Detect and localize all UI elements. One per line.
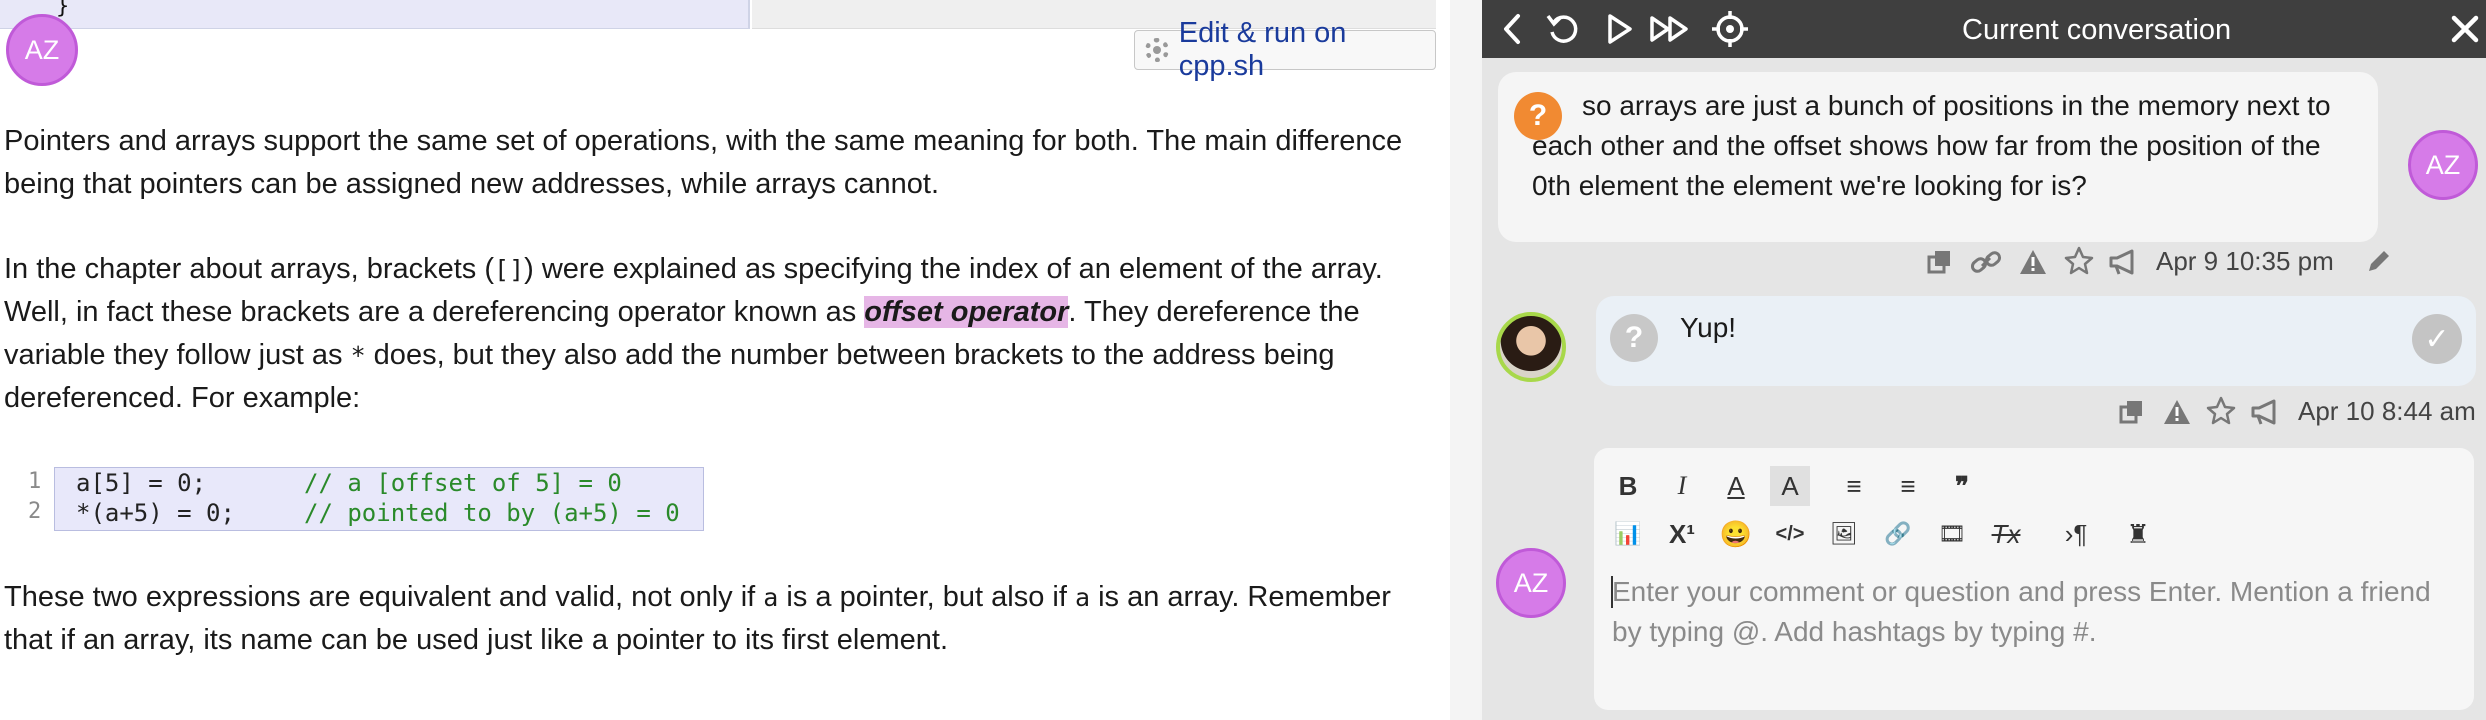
paragraph-intro: Pointers and arrays support the same set… bbox=[4, 120, 1424, 206]
megaphone-icon[interactable] bbox=[2250, 398, 2280, 426]
superscript-icon[interactable]: X¹ bbox=[1662, 514, 1702, 554]
avatar-initials: AZ bbox=[2425, 149, 2461, 180]
text-color-icon[interactable]: A bbox=[1716, 466, 1756, 506]
fast-forward-icon[interactable] bbox=[1648, 10, 1692, 48]
user-avatar[interactable]: AZ bbox=[6, 14, 78, 86]
star-icon[interactable] bbox=[2206, 396, 2236, 426]
brackets-code: [] bbox=[494, 255, 525, 284]
avatar-initials: AZ bbox=[1513, 567, 1549, 598]
panel-header: Current conversation bbox=[1482, 0, 2486, 58]
code-line: *(a+5) = 0; bbox=[76, 499, 235, 527]
close-icon[interactable] bbox=[2448, 12, 2482, 46]
composer-avatar: AZ bbox=[1496, 548, 1566, 618]
panel-title: Current conversation bbox=[1962, 14, 2232, 46]
megaphone-icon[interactable] bbox=[2108, 248, 2138, 276]
link-icon[interactable]: 🔗 bbox=[1878, 514, 1918, 554]
target-icon[interactable] bbox=[1710, 9, 1750, 49]
comment-input[interactable]: Enter your comment or question and press… bbox=[1612, 572, 2452, 652]
background-color-icon[interactable]: A bbox=[1770, 466, 1810, 506]
reply-author-photo[interactable] bbox=[1496, 312, 1566, 382]
edit-pencil-icon[interactable] bbox=[2364, 246, 2394, 276]
warning-icon[interactable] bbox=[2018, 248, 2048, 276]
video-icon[interactable]: 🎞 bbox=[1932, 514, 1972, 554]
code-closing-brace: } bbox=[56, 0, 70, 19]
star-icon[interactable] bbox=[2064, 246, 2094, 276]
reply-meta-row: Apr 10 8:44 am bbox=[1482, 394, 2486, 430]
code-line: a[5] = 0; bbox=[76, 469, 207, 497]
bold-icon[interactable]: B bbox=[1608, 466, 1648, 506]
para3-text-b: is a pointer, but also if bbox=[778, 581, 1075, 613]
back-icon[interactable] bbox=[1494, 10, 1530, 48]
paragraph-offset: In the chapter about arrays, brackets ([… bbox=[4, 248, 1449, 420]
link-icon[interactable] bbox=[1970, 248, 2002, 276]
undo-icon[interactable] bbox=[1544, 10, 1582, 48]
var-a-code: a bbox=[1074, 583, 1091, 612]
edit-run-button[interactable]: Edit & run on cpp.sh bbox=[1134, 17, 1436, 82]
play-icon[interactable] bbox=[1600, 10, 1638, 48]
question-author-avatar[interactable]: AZ bbox=[2408, 130, 2478, 200]
warning-icon[interactable] bbox=[2162, 398, 2192, 426]
offset-operator-highlight[interactable]: offset operator bbox=[864, 296, 1069, 328]
avatar-initials: AZ bbox=[24, 34, 60, 65]
clear-format-icon[interactable]: Tx bbox=[1986, 514, 2026, 554]
accept-check-icon[interactable]: ✓ bbox=[2412, 314, 2462, 364]
anonymous-icon[interactable]: ♜ bbox=[2118, 514, 2158, 554]
code-comment: // pointed to by (a+5) = 0 bbox=[304, 499, 680, 527]
ordered-list-icon[interactable]: ≡ bbox=[1834, 466, 1874, 506]
emoji-icon[interactable]: 😀 bbox=[1716, 514, 1756, 554]
var-a-code: a bbox=[763, 583, 779, 612]
question-text: so arrays are just a bunch of positions … bbox=[1532, 90, 2331, 201]
reply-text: Yup! bbox=[1680, 312, 1737, 343]
bullet-list-icon[interactable]: ≡ bbox=[1888, 466, 1928, 506]
question-bubble[interactable]: ? so arrays are just a bunch of position… bbox=[1498, 72, 2378, 242]
edit-run-label: Edit & run on cpp.sh bbox=[1178, 17, 1347, 82]
panel-divider[interactable] bbox=[1450, 0, 1482, 720]
image-icon[interactable]: 🖼 bbox=[1824, 514, 1864, 554]
chart-icon[interactable]: 📊 bbox=[1608, 514, 1648, 554]
conversation-panel: Current conversation ? so arrays are jus… bbox=[1482, 0, 2486, 720]
star-code: * bbox=[350, 341, 366, 370]
para2-text-a: In the chapter about arrays, brackets ( bbox=[4, 253, 495, 285]
line-number: 1 bbox=[28, 469, 42, 494]
reply-question-glyph: ? bbox=[1624, 321, 1644, 354]
reply-question-icon: ? bbox=[1610, 314, 1658, 362]
question-timestamp: Apr 9 10:35 pm bbox=[2156, 246, 2334, 276]
paragraph-intro-text: Pointers and arrays support the same set… bbox=[4, 125, 1403, 200]
code-example: 1 a[5] = 0; // a [offset of 5] = 0 2 *(a… bbox=[20, 467, 704, 531]
code-icon[interactable]: </> bbox=[1770, 514, 1810, 554]
blockquote-icon[interactable]: ❞ bbox=[1942, 466, 1982, 506]
reply-timestamp: Apr 10 8:44 am bbox=[2298, 396, 2476, 426]
previous-code-block: } bbox=[0, 0, 750, 29]
paragraph-equivalence: These two expressions are equivalent and… bbox=[4, 576, 1444, 662]
reply-bubble[interactable]: ? Yup! ✓ bbox=[1596, 296, 2476, 386]
comment-composer[interactable]: B I A A ≡ ≡ ❞ 📊 X¹ 😀 </> 🖼 🔗 🎞 Tx ›¶ ♜ E… bbox=[1594, 448, 2474, 710]
italic-icon[interactable]: I bbox=[1662, 466, 1702, 506]
copy-icon[interactable] bbox=[1926, 248, 1954, 276]
text-direction-icon[interactable]: ›¶ bbox=[2056, 514, 2096, 554]
copy-icon[interactable] bbox=[2118, 398, 2146, 426]
question-meta-row: Apr 9 10:35 pm bbox=[1482, 244, 2389, 280]
gear-icon bbox=[1145, 38, 1169, 62]
code-comment: // a [offset of 5] = 0 bbox=[304, 469, 622, 497]
line-number: 2 bbox=[28, 499, 42, 524]
para3-text-a: These two expressions are equivalent and… bbox=[4, 581, 764, 613]
tutorial-page: } AZ Edit & run on cpp.sh Pointers and a… bbox=[0, 0, 1450, 720]
